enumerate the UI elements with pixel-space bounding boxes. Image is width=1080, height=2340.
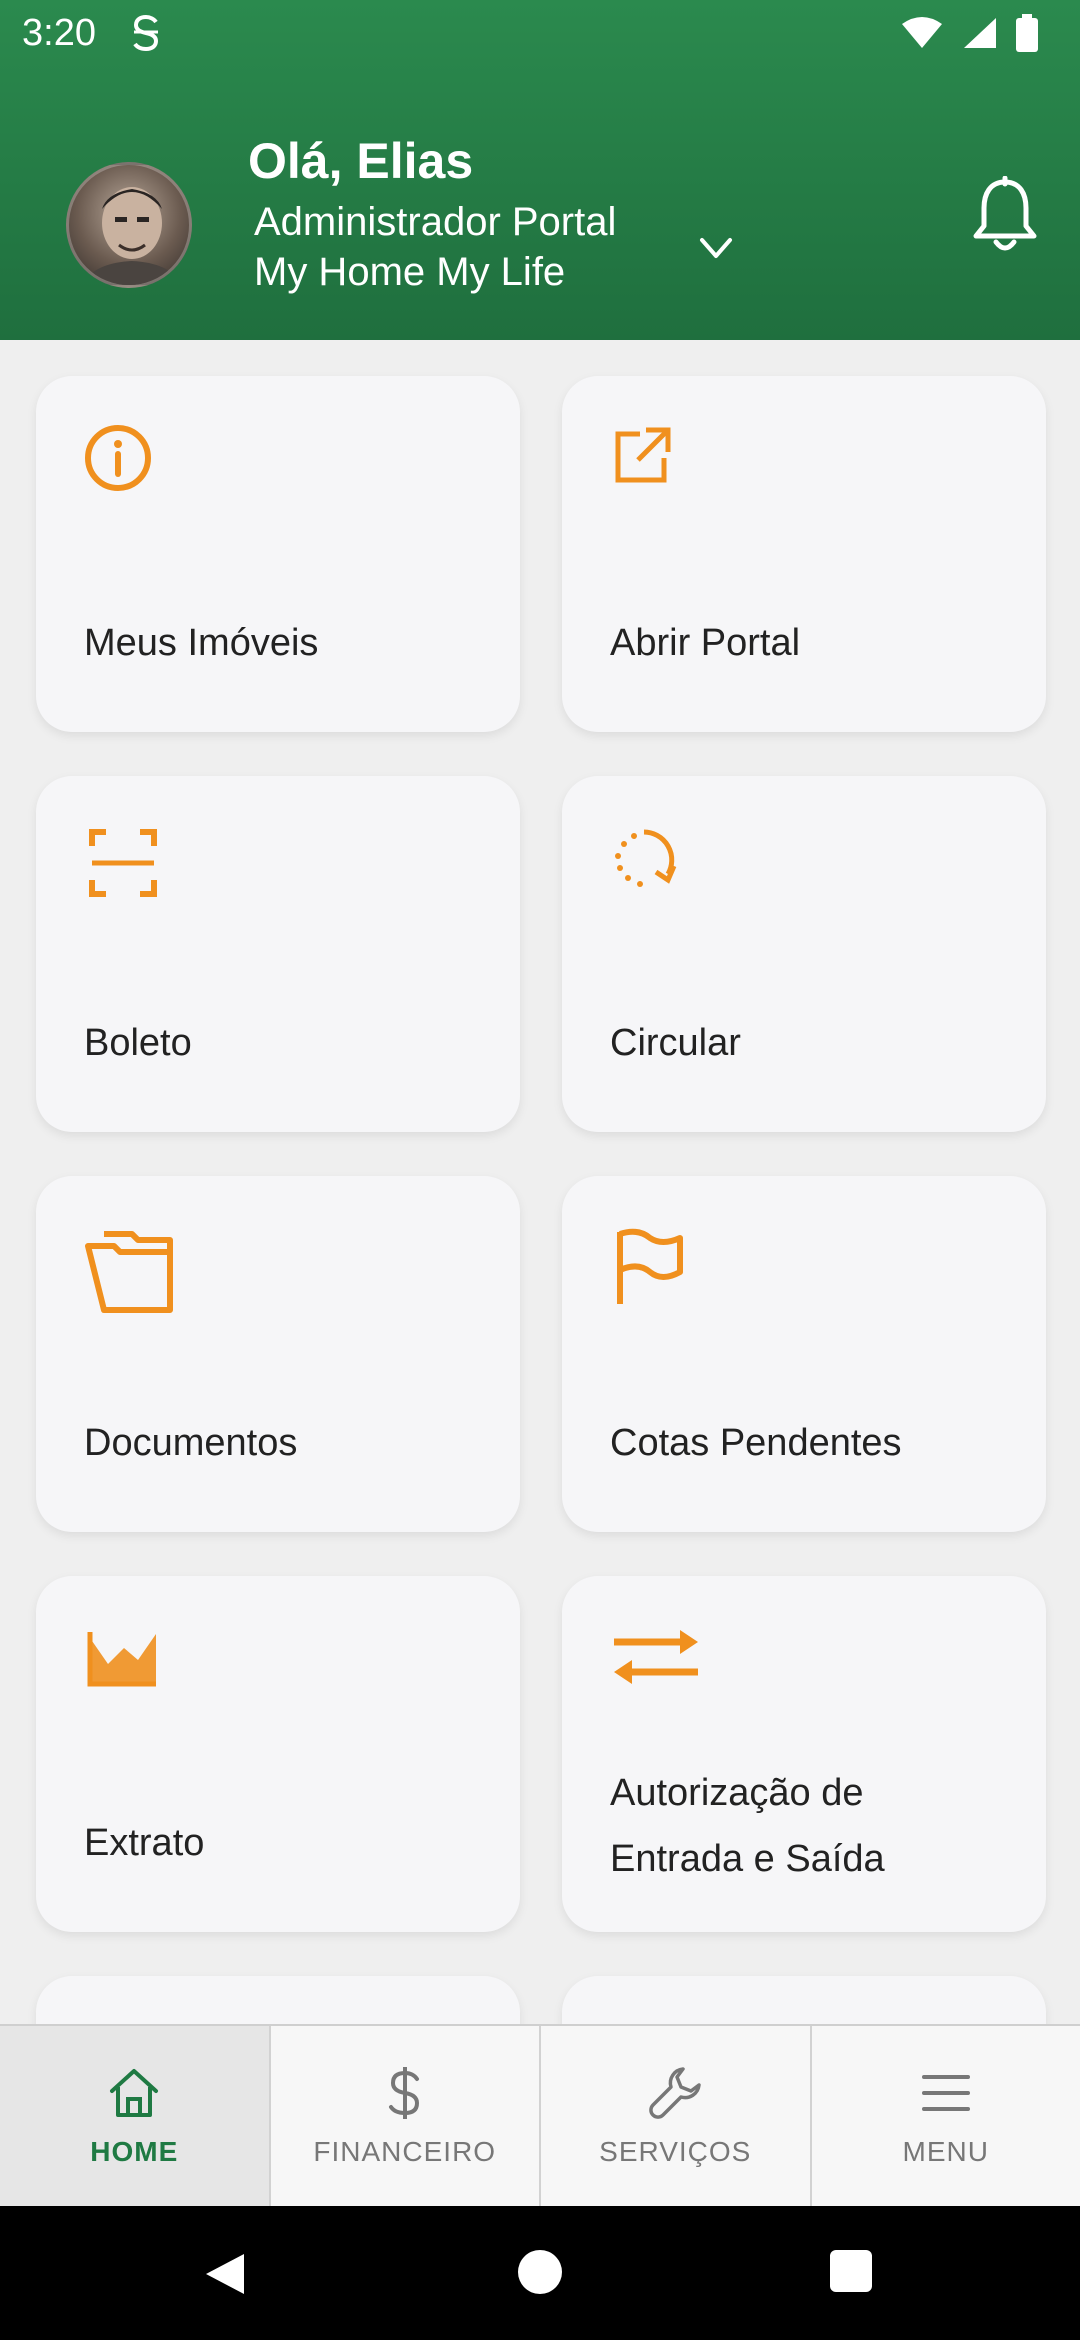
nav-financeiro[interactable]: FINANCEIRO bbox=[271, 2026, 541, 2206]
nav-label: SERVIÇOS bbox=[599, 2135, 752, 2167]
card-label: Extrato bbox=[84, 1822, 205, 1864]
greeting-title: Olá, Elias bbox=[248, 133, 474, 189]
card-boleto[interactable]: Boleto bbox=[36, 776, 520, 1132]
chevron-down-icon[interactable] bbox=[696, 228, 736, 273]
card-label: Autorização de Entrada e Saída bbox=[610, 1760, 885, 1892]
nav-label: FINANCEIRO bbox=[313, 2135, 497, 2167]
sync-status-icon bbox=[128, 10, 164, 59]
card-label: Boleto bbox=[84, 1022, 192, 1064]
avatar[interactable] bbox=[66, 162, 192, 288]
hamburger-menu-icon bbox=[918, 2065, 974, 2128]
wrench-icon bbox=[647, 2065, 703, 2128]
refresh-dotted-icon bbox=[610, 824, 710, 924]
nav-label: MENU bbox=[902, 2135, 989, 2167]
flag-icon bbox=[610, 1224, 710, 1324]
card-cotas-pendentes[interactable]: Cotas Pendentes bbox=[562, 1176, 1046, 1532]
external-link-icon bbox=[610, 424, 710, 524]
status-time: 3:20 bbox=[22, 12, 96, 54]
battery-icon bbox=[1016, 14, 1038, 57]
card-label-line1: Autorização de bbox=[610, 1772, 864, 1814]
card-label-line2: Entrada e Saída bbox=[610, 1838, 885, 1880]
card-extrato[interactable]: Extrato bbox=[36, 1576, 520, 1932]
folder-icon bbox=[84, 1224, 184, 1324]
dollar-icon bbox=[377, 2065, 433, 2128]
app-header: 3:20 Olá, Elias Administrador Portal My … bbox=[0, 0, 1080, 340]
nav-menu[interactable]: MENU bbox=[812, 2026, 1080, 2206]
info-icon bbox=[84, 424, 184, 524]
cell-signal-icon bbox=[962, 16, 998, 55]
card-label: Meus Imóveis bbox=[84, 622, 319, 664]
bell-icon[interactable] bbox=[970, 175, 1040, 261]
swap-arrows-icon bbox=[610, 1624, 710, 1724]
wifi-icon bbox=[900, 16, 944, 55]
card-label: Abrir Portal bbox=[610, 622, 801, 664]
back-icon[interactable] bbox=[200, 2250, 248, 2303]
home-button-icon[interactable] bbox=[518, 2250, 562, 2294]
nav-home[interactable]: HOME bbox=[0, 2026, 271, 2206]
card-abrir-portal[interactable]: Abrir Portal bbox=[562, 376, 1046, 732]
card-circular[interactable]: Circular bbox=[562, 776, 1046, 1132]
card-meus-imoveis[interactable]: Meus Imóveis bbox=[36, 376, 520, 732]
portal-name-line1[interactable]: Administrador Portal bbox=[254, 200, 616, 245]
barcode-scan-icon bbox=[84, 824, 184, 924]
feature-grid: Meus Imóveis Abrir Portal Boleto Circula… bbox=[0, 340, 1080, 2024]
nav-label: HOME bbox=[90, 2135, 179, 2167]
card-autorizacao[interactable]: Autorização de Entrada e Saída bbox=[562, 1576, 1046, 1932]
home-icon bbox=[106, 2065, 162, 2128]
card-label: Circular bbox=[610, 1022, 741, 1064]
system-navigation-bar bbox=[0, 2206, 1080, 2340]
card-label: Cotas Pendentes bbox=[610, 1422, 902, 1464]
bottom-nav: HOME FINANCEIRO SERVIÇOS MENU bbox=[0, 2024, 1080, 2206]
card-documentos[interactable]: Documentos bbox=[36, 1176, 520, 1532]
recent-apps-icon[interactable] bbox=[830, 2250, 872, 2292]
card-partial-left[interactable] bbox=[36, 1976, 520, 2024]
area-chart-icon bbox=[84, 1624, 184, 1724]
card-label: Documentos bbox=[84, 1422, 298, 1464]
status-icons bbox=[900, 14, 1038, 57]
nav-servicos[interactable]: SERVIÇOS bbox=[541, 2026, 812, 2206]
status-bar: 3:20 bbox=[0, 0, 1080, 66]
portal-name-line2[interactable]: My Home My Life bbox=[254, 250, 565, 295]
card-partial-right[interactable] bbox=[562, 1976, 1046, 2024]
